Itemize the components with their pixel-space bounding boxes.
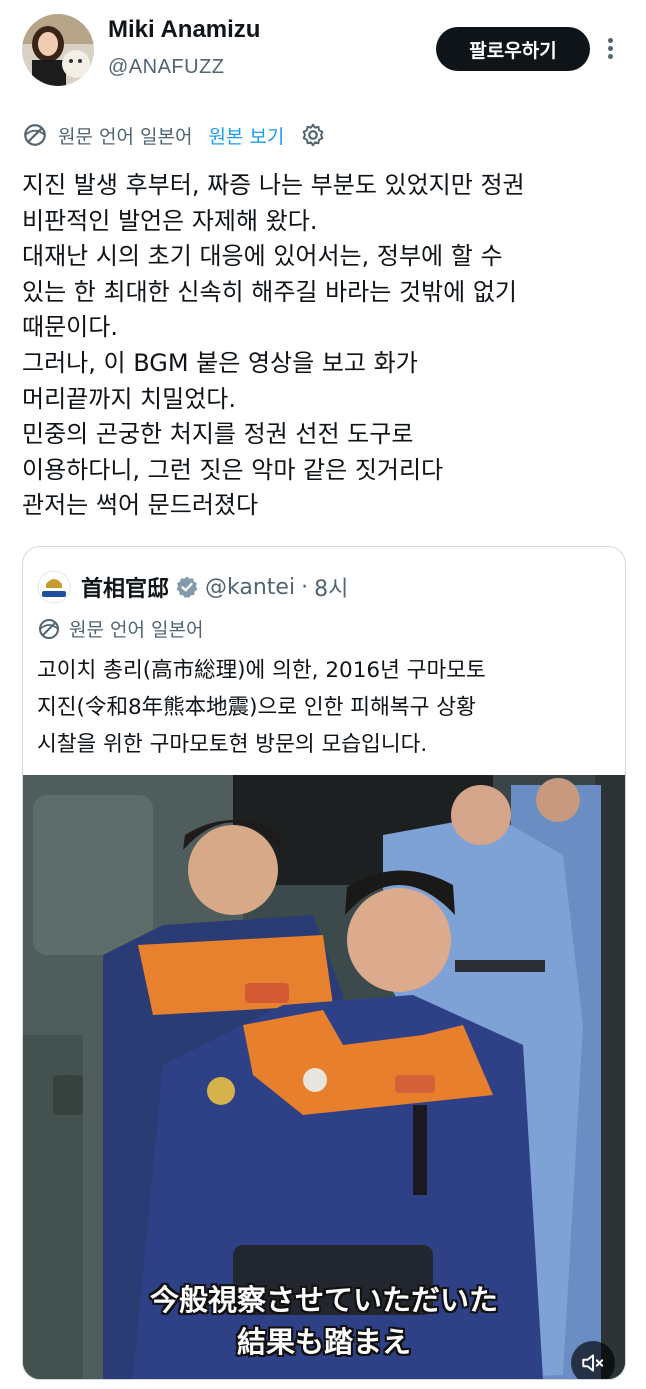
speaker-muted-icon xyxy=(582,1354,604,1372)
tweet-line: 비판적인 발언은 자제해 왔다. xyxy=(22,206,318,235)
tweet-line: 관저는 썩어 문드러졌다 xyxy=(22,491,259,520)
quoted-author-name[interactable]: 首相官邸 xyxy=(81,571,169,603)
quoted-tweet-body: 고이치 총리(高市総理)에 의한, 2016년 구마모토 지진(令和8年熊本地震… xyxy=(37,652,617,763)
quoted-author-handle[interactable]: @kantei xyxy=(205,575,295,600)
tweet-line: 있는 한 최대한 신속히 해주길 바라는 것밖에 없기 xyxy=(22,277,518,306)
quoted-line: 시찰을 위한 구마모토현 방문의 모습입니다. xyxy=(37,732,428,757)
tweet-line: 그러나, 이 BGM 붙은 영상을 보고 화가 xyxy=(22,348,418,377)
translate-globe-icon xyxy=(24,124,46,146)
translation-bar: 원문 언어 일본어 원본 보기 xyxy=(22,118,326,152)
quoted-video[interactable]: 今般視察させていただいた 結果も踏まえ xyxy=(23,775,625,1379)
video-caption-line-1: 今般視察させていただいた xyxy=(149,1283,498,1317)
quoted-translation-bar: 원문 언어 일본어 xyxy=(37,615,203,642)
separator-dot: · xyxy=(301,574,309,600)
tweet-line: 때문이다. xyxy=(22,313,118,342)
tweet-line: 지진 발생 후부터, 짜증 나는 부분도 있었지만 정권 xyxy=(22,171,525,199)
kantei-logo-icon xyxy=(37,570,71,604)
quoted-line: 고이치 총리(高市総理)에 의한, 2016년 구마모토 xyxy=(37,658,486,683)
tweet-line: 이용하다니, 그런 짓은 악마 같은 짓거리다 xyxy=(22,455,444,484)
tweet-line: 머리끝까지 치밀었다. xyxy=(22,384,236,413)
tweet-body: 지진 발생 후부터, 짜증 나는 부분도 있었지만 정권 비판적인 발언은 자제… xyxy=(22,168,626,524)
follow-button[interactable]: 팔로우하기 xyxy=(436,27,590,71)
author-avatar[interactable] xyxy=(22,14,94,86)
author-display-name[interactable]: Miki Anamizu xyxy=(108,16,260,44)
quoted-timestamp[interactable]: 8시 xyxy=(314,571,348,603)
original-language-label: 원문 언어 일본어 xyxy=(58,125,193,148)
gear-icon[interactable] xyxy=(300,122,326,148)
tweet-header: Miki Anamizu @ANAFUZZ 팔로우하기 xyxy=(0,0,646,100)
more-options-icon[interactable] xyxy=(600,35,620,65)
quoted-tweet-header: 首相官邸 @kantei · 8시 xyxy=(37,569,348,605)
tweet-line: 대재난 시의 초기 대응에 있어서는, 정부에 할 수 xyxy=(22,242,503,271)
mute-toggle-button[interactable] xyxy=(571,1341,615,1379)
verified-badge-icon xyxy=(176,576,198,598)
show-original-link[interactable]: 원본 보기 xyxy=(208,122,284,149)
video-caption-line-2: 結果も踏まえ xyxy=(236,1325,411,1359)
translate-globe-icon xyxy=(39,618,59,639)
author-handle[interactable]: @ANAFUZZ xyxy=(108,56,225,79)
quoted-tweet[interactable]: 首相官邸 @kantei · 8시 원문 언어 일본어 고이치 총리(高市総理)… xyxy=(22,546,626,1380)
quoted-line: 지진(令和8年熊本地震)으로 인한 피해복구 상황 xyxy=(37,695,476,720)
quoted-original-language-label: 원문 언어 일본어 xyxy=(69,619,204,641)
tweet-line: 민중의 곤궁한 처지를 정권 선전 도구로 xyxy=(22,420,414,449)
